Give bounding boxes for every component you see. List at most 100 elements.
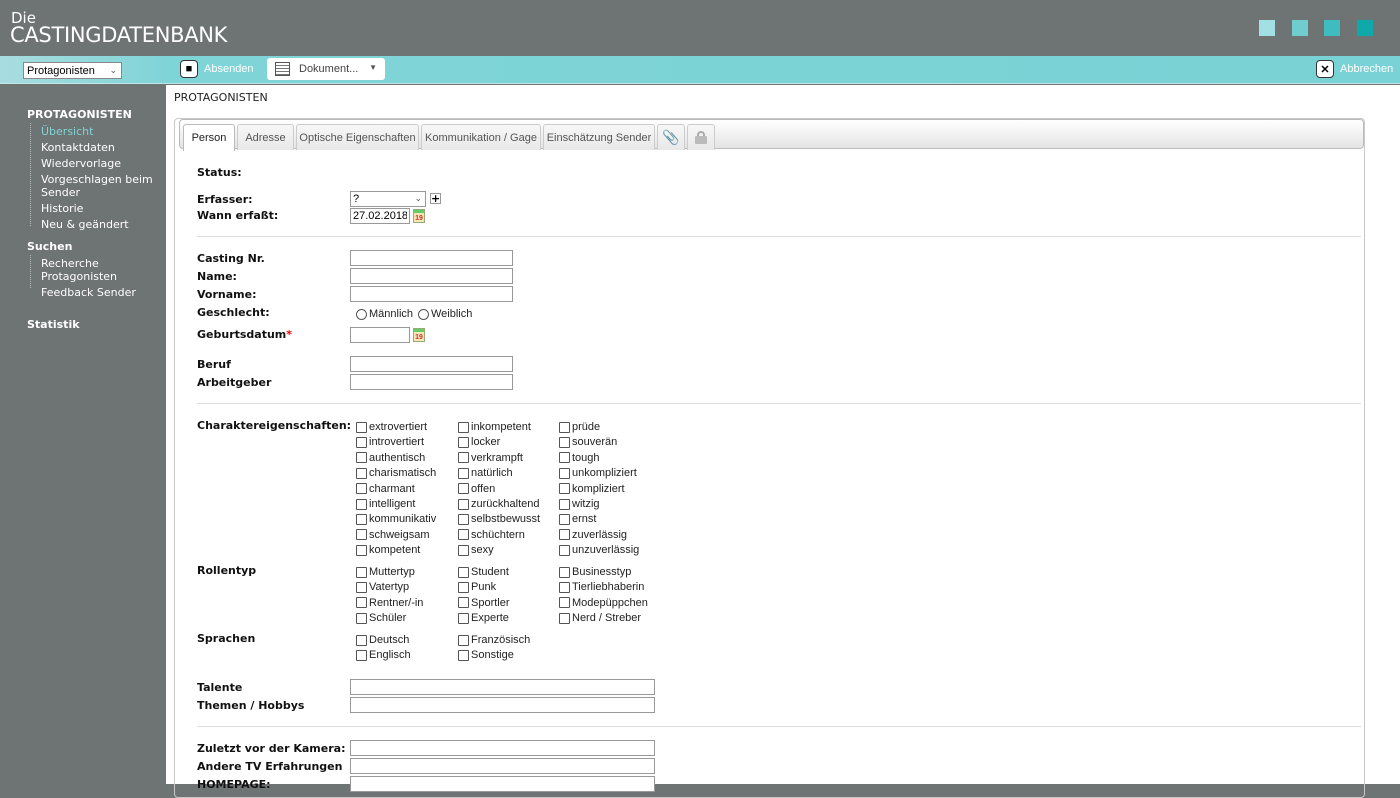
checkbox[interactable] (559, 436, 570, 448)
checkbox[interactable] (458, 498, 469, 510)
charakter-checkbox[interactable]: prüde (559, 421, 600, 433)
charakter-checkbox[interactable]: natürlich (458, 467, 513, 479)
checkbox[interactable] (559, 612, 570, 624)
checkbox[interactable] (458, 612, 469, 624)
tab-kommunikation-gage[interactable]: Kommunikation / Gage (421, 124, 541, 150)
sidebar-item-neu-geaendert[interactable]: Neu & geändert (41, 218, 161, 231)
sidebar-section-statistik[interactable]: Statistik (27, 318, 80, 331)
calendar-icon[interactable]: 19 (413, 328, 425, 342)
checkbox[interactable] (458, 436, 469, 448)
checkbox[interactable] (458, 421, 469, 433)
rollentyp-checkbox[interactable]: Businesstyp (559, 566, 631, 578)
charakter-checkbox[interactable]: intelligent (356, 498, 415, 510)
checkbox[interactable] (559, 566, 570, 578)
checkbox[interactable] (559, 452, 570, 464)
radio-button[interactable] (418, 308, 429, 320)
charakter-checkbox[interactable]: sexy (458, 544, 494, 556)
charakter-checkbox[interactable]: ernst (559, 513, 596, 525)
checkbox[interactable] (458, 483, 469, 495)
charakter-checkbox[interactable]: kompliziert (559, 483, 625, 495)
charakter-checkbox[interactable]: souverän (559, 436, 617, 448)
rollentyp-checkbox[interactable]: Modepüppchen (559, 597, 648, 609)
checkbox[interactable] (559, 483, 570, 495)
andere-tv-input[interactable] (350, 758, 655, 774)
cancel-button[interactable]: ✕ Abbrechen (1316, 60, 1393, 78)
charakter-checkbox[interactable]: unkompliziert (559, 467, 637, 479)
charakter-checkbox[interactable]: schüchtern (458, 529, 525, 541)
charakter-checkbox[interactable]: witzig (559, 498, 600, 510)
color-theme-square-1[interactable] (1259, 20, 1275, 36)
checkbox[interactable] (559, 581, 570, 593)
checkbox[interactable] (458, 544, 469, 556)
charakter-checkbox[interactable]: tough (559, 452, 600, 464)
checkbox[interactable] (559, 513, 570, 525)
vorname-input[interactable] (350, 286, 513, 302)
charakter-checkbox[interactable]: authentisch (356, 452, 425, 464)
checkbox[interactable] (356, 581, 367, 593)
rollentyp-checkbox[interactable]: Nerd / Streber (559, 612, 641, 624)
checkbox[interactable] (559, 597, 570, 609)
sidebar-item-recherche[interactable]: Recherche Protagonisten (41, 257, 131, 283)
checkbox[interactable] (458, 634, 469, 646)
checkbox[interactable] (458, 649, 469, 661)
rollentyp-checkbox[interactable]: Rentner/-in (356, 597, 423, 609)
sidebar-item-feedback-sender[interactable]: Feedback Sender (41, 286, 161, 299)
homepage-input[interactable] (350, 776, 655, 792)
checkbox[interactable] (458, 581, 469, 593)
color-theme-square-4[interactable] (1357, 20, 1373, 36)
charakter-checkbox[interactable]: kommunikativ (356, 513, 436, 525)
checkbox[interactable] (356, 436, 367, 448)
rollentyp-checkbox[interactable]: Student (458, 566, 509, 578)
sidebar-item-historie[interactable]: Historie (41, 202, 161, 215)
tab-attachments[interactable]: 📎 (657, 124, 685, 150)
charakter-checkbox[interactable]: zurückhaltend (458, 498, 540, 510)
sidebar-item-wiedervorlage[interactable]: Wiedervorlage (41, 157, 161, 170)
sidebar-item-vorgeschlagen[interactable]: Vorgeschlagen beim Sender (41, 173, 161, 199)
radio-maennlich[interactable]: Männlich (356, 308, 413, 320)
sprachen-checkbox[interactable]: Deutsch (356, 634, 409, 646)
beruf-input[interactable] (350, 356, 513, 372)
checkbox[interactable] (458, 566, 469, 578)
charakter-checkbox[interactable]: schweigsam (356, 529, 430, 541)
checkbox[interactable] (356, 483, 367, 495)
checkbox[interactable] (356, 529, 367, 541)
tab-person[interactable]: Person (183, 124, 235, 151)
checkbox[interactable] (356, 634, 367, 646)
wann-erfasst-input[interactable] (350, 208, 410, 224)
checkbox[interactable] (458, 529, 469, 541)
charakter-checkbox[interactable]: inkompetent (458, 421, 531, 433)
color-theme-square-2[interactable] (1292, 20, 1308, 36)
charakter-checkbox[interactable]: kompetent (356, 544, 420, 556)
sprachen-checkbox[interactable]: Französisch (458, 634, 530, 646)
document-dropdown[interactable]: Dokument... ▼ (267, 58, 385, 80)
erfasser-select[interactable]: ? ⌄ (350, 191, 426, 207)
checkbox[interactable] (458, 513, 469, 525)
color-theme-square-3[interactable] (1324, 20, 1340, 36)
checkbox[interactable] (356, 649, 367, 661)
charakter-checkbox[interactable]: introvertiert (356, 436, 424, 448)
charakter-checkbox[interactable]: locker (458, 436, 500, 448)
tab-adresse[interactable]: Adresse (237, 124, 294, 150)
checkbox[interactable] (356, 544, 367, 556)
geburtsdatum-input[interactable] (350, 327, 410, 343)
checkbox[interactable] (356, 513, 367, 525)
rollentyp-checkbox[interactable]: Vatertyp (356, 581, 409, 593)
module-select[interactable]: Protagonisten ⌄ (23, 62, 122, 79)
rollentyp-checkbox[interactable]: Experte (458, 612, 509, 624)
charakter-checkbox[interactable]: charmant (356, 483, 415, 495)
calendar-icon[interactable]: 19 (413, 209, 425, 223)
checkbox[interactable] (559, 421, 570, 433)
tab-optische-eigenschaften[interactable]: Optische Eigenschaften (296, 124, 419, 150)
themen-hobbys-input[interactable] (350, 697, 655, 713)
sprachen-checkbox[interactable]: Englisch (356, 649, 411, 661)
charakter-checkbox[interactable]: selbstbewusst (458, 513, 540, 525)
sidebar-item-kontaktdaten[interactable]: Kontaktdaten (41, 141, 161, 154)
checkbox[interactable] (356, 421, 367, 433)
charakter-checkbox[interactable]: offen (458, 483, 495, 495)
tab-einschaetzung-sender[interactable]: Einschätzung Sender (543, 124, 655, 150)
checkbox[interactable] (559, 467, 570, 479)
charakter-checkbox[interactable]: zuverlässig (559, 529, 627, 541)
checkbox[interactable] (356, 566, 367, 578)
name-input[interactable] (350, 268, 513, 284)
add-erfasser-button[interactable]: + (430, 193, 441, 204)
